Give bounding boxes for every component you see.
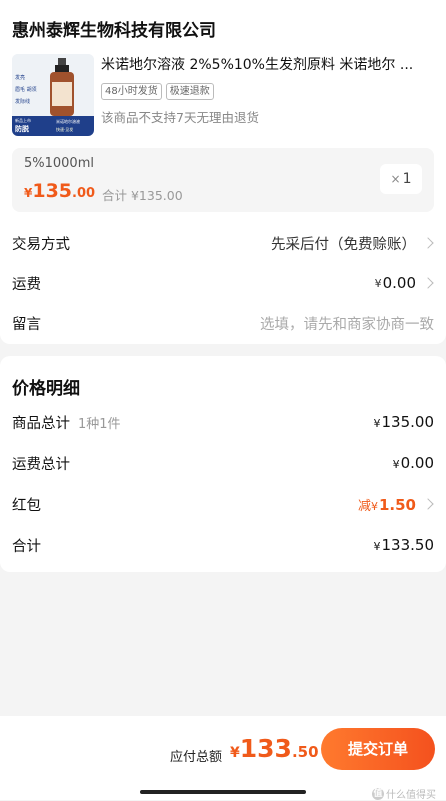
total-yen: ¥ [373, 540, 381, 553]
image-right-bottom: 快速·见发 [56, 126, 73, 132]
sku-box[interactable]: 5%1000ml ¥135.00 合计 ¥135.00 × 1 [12, 148, 434, 212]
sku-price-int: 135 [32, 180, 73, 202]
product-bottle-illustration: 发亮 眉毛 胡须 发际线 新品上市 防脱 米诺地尔溶液 快速·见发 [12, 54, 94, 136]
shipping-row[interactable]: 运费 ¥ 0.00 [12, 269, 434, 297]
message-row[interactable]: 留言 选填，请先和商家协商一致 [12, 309, 434, 337]
shipping-total-label: 运费总计 [12, 456, 70, 473]
shipping-total-row: 运费总计 ¥0.00 [12, 449, 434, 477]
trade-method-row[interactable]: 交易方式 先采后付（免费赊账） [12, 229, 434, 257]
goods-total-label: 商品总计 [12, 415, 70, 432]
red-packet-prefix: 减 [357, 498, 371, 514]
total-row: 合计 ¥133.50 [12, 531, 434, 559]
watermark-text: 什么值得买 [386, 790, 436, 801]
red-packet-value: 1.50 [378, 495, 416, 514]
watermark-logo-icon: 值 [372, 787, 384, 800]
goods-total-yen: ¥ [373, 417, 381, 430]
image-line1: 发亮 [15, 74, 25, 81]
pay-total-label: 应付总额 [170, 750, 223, 765]
sku-price: ¥135.00 [24, 180, 95, 202]
trade-method-value: 先采后付（免费赊账） [271, 236, 416, 253]
red-packet-row[interactable]: 红包 减¥1.50 [12, 490, 434, 518]
image-badge: 防脱 [15, 124, 29, 133]
image-right-top: 米诺地尔溶液 [56, 118, 80, 124]
home-indicator[interactable] [140, 790, 306, 794]
pay-dec: .50 [291, 743, 319, 761]
submit-order-button[interactable]: 提交订单 [321, 728, 435, 770]
total-label: 合计 [12, 538, 41, 555]
watermark: 值 什么值得买 [372, 786, 436, 801]
no-return-note: 该商品不支持7天无理由退货 [101, 110, 259, 125]
tag-48h-shipping: 48小时发货 [101, 83, 162, 100]
qty-times: × [390, 172, 401, 186]
pay-total-amount: ¥133.50 [230, 734, 319, 763]
product-title[interactable]: 米诺地尔溶液 2%5%10%生发剂原料 米诺地尔 ... [101, 54, 431, 74]
message-label: 留言 [12, 316, 41, 333]
shipping-label: 运费 [12, 276, 41, 293]
sku-spec: 5%1000ml [24, 156, 94, 171]
shop-name[interactable]: 惠州泰辉生物科技有限公司 [12, 16, 216, 41]
shipping-yen: ¥ [374, 276, 382, 290]
price-detail-title: 价格明细 [12, 379, 80, 399]
order-card: 惠州泰辉生物科技有限公司 发亮 眉毛 胡须 发际线 新品上市 防脱 米诺地尔溶液… [0, 0, 446, 344]
product-image[interactable]: 发亮 眉毛 胡须 发际线 新品上市 防脱 米诺地尔溶液 快速·见发 [12, 54, 94, 136]
goods-total-row: 商品总计 1种1件 ¥135.00 [12, 408, 434, 436]
trade-method-label: 交易方式 [12, 236, 70, 253]
sku-price-dec: .00 [72, 186, 96, 201]
qty-value: 1 [402, 171, 412, 187]
message-input[interactable]: 选填，请先和商家协商一致 [260, 313, 434, 334]
pay-yen: ¥ [230, 745, 240, 761]
chevron-right-icon [422, 237, 434, 249]
image-line3: 发际线 [15, 98, 30, 105]
image-badge-top: 新品上市 [15, 117, 31, 123]
chevron-right-icon [422, 498, 434, 510]
image-line2: 眉毛 胡须 [15, 86, 37, 93]
red-packet-yen: ¥ [370, 499, 378, 513]
total-value: 133.50 [381, 536, 435, 554]
red-packet-label: 红包 [12, 497, 41, 514]
product-tags: 48小时发货 极速退款 [101, 83, 214, 100]
sku-subtotal: 合计 ¥135.00 [102, 188, 183, 203]
checkout-bar: 应付总额 ¥133.50 提交订单 值 什么值得买 [0, 716, 446, 801]
shipping-total-yen: ¥ [392, 458, 400, 471]
shipping-value: 0.00 [382, 274, 416, 292]
goods-total-count: 1种1件 [78, 416, 121, 432]
shipping-total-value: 0.00 [400, 454, 434, 472]
chevron-right-icon [422, 277, 434, 289]
tag-fast-refund: 极速退款 [165, 83, 214, 100]
quantity-stepper[interactable]: × 1 [380, 164, 422, 194]
goods-total-value: 135.00 [381, 413, 435, 431]
pay-int: 133 [239, 734, 292, 763]
